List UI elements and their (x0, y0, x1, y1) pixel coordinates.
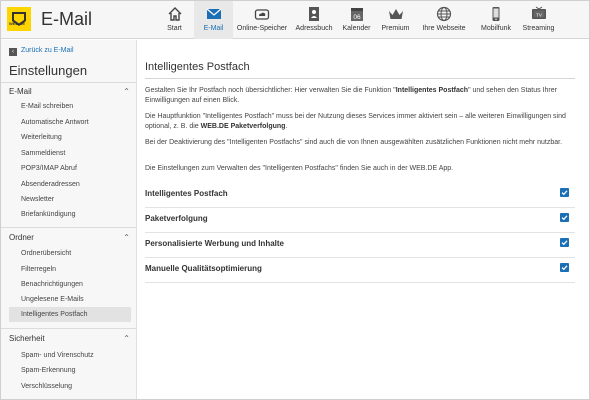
nav-label: Ihre Webseite (422, 25, 466, 32)
crown-icon (388, 9, 403, 19)
section-title: E-Mail (9, 87, 32, 96)
svg-text:TV: TV (536, 12, 542, 17)
home-icon (168, 7, 181, 21)
option-label: Manuelle Qualitätsoptimierung (145, 264, 262, 273)
phone-icon (492, 7, 500, 21)
calendar-day: 06 (353, 14, 361, 21)
nav-label: Premium (381, 25, 410, 32)
nav-premium[interactable]: Premium (376, 1, 415, 39)
cloud-icon (254, 9, 270, 20)
nav-label: Kalender (342, 25, 371, 32)
nav-ihre-webseite[interactable]: Ihre Webseite (415, 1, 473, 39)
divider (1, 227, 136, 228)
app-window: WEB.DE E-Mail Start E-Mail Online-Speich… (0, 0, 590, 400)
personalisierte-werbung-checkbox[interactable] (560, 238, 569, 247)
sidebar-item-briefankuendigung[interactable]: Briefankündigung (9, 207, 131, 222)
section-title: Sicherheit (9, 334, 45, 343)
logo-text: WEB.DE (9, 21, 25, 26)
globe-icon (436, 6, 452, 22)
paketverfolgung-checkbox[interactable] (560, 213, 569, 222)
nav-label: Mobilfunk (481, 25, 511, 32)
option-label: Personalisierte Werbung und Inhalte (145, 239, 284, 248)
sidebar-item-filterregeln[interactable]: Filterregeln (9, 262, 131, 277)
option-row-paketverfolgung: Paketverfolgung (145, 208, 575, 233)
intelligentes-postfach-checkbox[interactable] (560, 188, 569, 197)
option-row-personalisierte-werbung: Personalisierte Werbung und Inhalte (145, 233, 575, 258)
sidebar-item-weiterleitung[interactable]: Weiterleitung (9, 130, 131, 145)
option-row-intelligentes-postfach: Intelligentes Postfach (145, 183, 575, 208)
app-paragraph: Die Einstellungen zum Verwalten des "Int… (145, 165, 454, 172)
divider (1, 82, 136, 83)
nav-streaming[interactable]: TV Streaming (519, 1, 558, 39)
sidebar-item-pop3-imap[interactable]: POP3/IMAP Abruf (9, 161, 131, 176)
sidebar-item-benachrichtigungen[interactable]: Benachrichtigungen (9, 277, 131, 292)
nav-start[interactable]: Start (155, 1, 194, 39)
section-email-header[interactable]: E-Mail ⌃ (9, 87, 130, 96)
nav-online-speicher[interactable]: Online-Speicher (233, 1, 291, 39)
nav-mobilfunk[interactable]: Mobilfunk (473, 1, 519, 39)
back-to-email-link[interactable]: ‹ Zurück zu E-Mail (9, 47, 74, 56)
sidebar-item-sammeldienst[interactable]: Sammeldienst (9, 146, 131, 161)
main-nav: Start E-Mail Online-Speicher Adressbuch … (155, 1, 558, 39)
sidebar-item-ungelesene-emails[interactable]: Ungelesene E-Mails (9, 292, 131, 307)
nav-kalender[interactable]: 06 Kalender (337, 1, 376, 39)
webde-logo[interactable]: WEB.DE (7, 7, 31, 31)
page-title: Intelligentes Postfach (145, 61, 250, 73)
divider (1, 328, 136, 329)
address-book-icon (309, 7, 319, 21)
sidebar-item-spam-virenschutz[interactable]: Spam- und Virenschutz (9, 348, 131, 363)
sidebar-item-verschluesselung[interactable]: Verschlüsselung (9, 379, 131, 394)
nav-email[interactable]: E-Mail (194, 1, 233, 39)
sidebar-item-automatische-antwort[interactable]: Automatische Antwort (9, 115, 131, 130)
qualitaetsoptimierung-checkbox[interactable] (560, 263, 569, 272)
chevron-up-icon: ⌃ (123, 87, 130, 96)
sidebar-item-spam-erkennung[interactable]: Spam-Erkennung (9, 363, 131, 378)
nav-label: Start (167, 25, 182, 32)
deactivation-paragraph: Bei der Deaktivierung des "Intelligenten… (145, 139, 563, 146)
divider (145, 78, 575, 79)
logo-emblem (7, 7, 31, 31)
nav-label: E-Mail (203, 25, 224, 32)
chevron-left-icon: ‹ (9, 48, 17, 56)
sidebar-item-email-schreiben[interactable]: E-Mail schreiben (9, 99, 131, 114)
main-function-paragraph: Die Hauptfunktion "Intelligentes Postfac… (145, 113, 566, 130)
top-bar: WEB.DE E-Mail Start E-Mail Online-Speich… (1, 1, 589, 39)
back-label: Zurück zu E-Mail (21, 47, 74, 54)
checkmark-icon (561, 240, 568, 246)
option-label: Intelligentes Postfach (145, 189, 228, 198)
option-label: Paketverfolgung (145, 214, 208, 223)
sidebar-item-ordneruebersicht[interactable]: Ordnerübersicht (9, 246, 131, 261)
intro-paragraph: Gestalten Sie Ihr Postfach noch übersich… (145, 87, 557, 104)
chevron-up-icon: ⌃ (123, 334, 130, 343)
section-sicherheit-header[interactable]: Sicherheit ⌃ (9, 334, 130, 343)
nav-label: Adressbuch (295, 25, 333, 32)
checkmark-icon (561, 265, 568, 271)
chevron-up-icon: ⌃ (123, 233, 130, 242)
app-title: E-Mail (41, 9, 93, 29)
sidebar-title: Einstellungen (9, 63, 88, 78)
tv-icon: TV (531, 6, 546, 19)
settings-sidebar: ‹ Zurück zu E-Mail Einstellungen E-Mail ⌃ … (1, 40, 137, 399)
nav-label: Online-Speicher (236, 25, 288, 32)
checkmark-icon (561, 215, 568, 221)
section-ordner-header[interactable]: Ordner ⌃ (9, 233, 130, 242)
calendar-icon: 06 (350, 8, 363, 21)
option-row-qualitaetsoptimierung: Manuelle Qualitätsoptimierung (145, 258, 575, 283)
checkmark-icon (561, 190, 568, 196)
mail-icon (206, 8, 221, 19)
section-title: Ordner (9, 233, 34, 242)
nav-adressbuch[interactable]: Adressbuch (291, 1, 337, 39)
sidebar-item-absenderadressen[interactable]: Absenderadressen (9, 177, 131, 192)
nav-label: Streaming (522, 25, 555, 32)
sidebar-item-newsletter[interactable]: Newsletter (9, 192, 131, 207)
sidebar-item-intelligentes-postfach[interactable]: Intelligentes Postfach (9, 307, 131, 322)
